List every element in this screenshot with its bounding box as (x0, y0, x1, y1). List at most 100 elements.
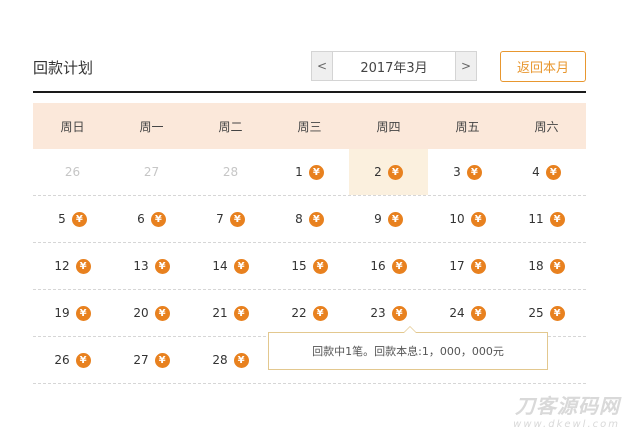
calendar-day[interactable]: 21 ¥ (191, 290, 270, 336)
day-number: 8 (295, 212, 303, 226)
day-number: 24 (449, 306, 465, 320)
weekday-label: 周五 (455, 119, 480, 134)
calendar-day[interactable]: 22 ¥ (270, 290, 349, 336)
day-number: 23 (370, 306, 386, 320)
calendar-day[interactable]: 5 ¥ (33, 196, 112, 242)
yuan-coin-icon[interactable]: ¥ (233, 352, 249, 368)
yuan-coin-icon[interactable]: ¥ (75, 258, 91, 274)
calendar-day[interactable]: 12 ¥ (33, 243, 112, 289)
day-number: 28 (222, 165, 239, 179)
yuan-coin-icon[interactable]: ¥ (549, 305, 565, 321)
yuan-coin-icon[interactable]: ¥ (549, 258, 565, 274)
calendar-day[interactable]: 24 ¥ (428, 290, 507, 336)
yuan-coin-icon[interactable]: ¥ (308, 164, 324, 180)
page-title: 回款计划 (33, 59, 94, 77)
calendar-day[interactable]: 4 ¥ (507, 149, 586, 195)
calendar-week-row: 26 27 28 1 ¥2 ¥3 ¥4 ¥ (33, 149, 586, 196)
yuan-coin-icon[interactable]: ¥ (470, 211, 486, 227)
day-number: 10 (449, 212, 465, 226)
current-month-label: 2017年3月 (360, 60, 428, 76)
yuan-coin-icon[interactable]: ¥ (75, 305, 91, 321)
weekday-label: 周三 (297, 119, 322, 134)
calendar-day[interactable]: 25 ¥ (507, 290, 586, 336)
weekday-label: 周四 (376, 119, 401, 134)
prev-month-button[interactable]: < (312, 52, 333, 80)
repayment-tooltip: 回款中1笔。回款本息:1，000，000元 (268, 326, 548, 370)
day-number: 20 (133, 306, 149, 320)
day-number: 12 (54, 259, 70, 273)
day-number: 17 (449, 259, 465, 273)
watermark-logo: 刀客源码网 (515, 394, 620, 418)
calendar-day[interactable]: 27 ¥ (112, 337, 191, 383)
calendar-day[interactable]: 19 ¥ (33, 290, 112, 336)
weekday-header: 周日 周一 周二 周三 周四 周五 周六 (33, 103, 586, 149)
weekday-label: 周六 (534, 119, 559, 134)
yuan-coin-icon[interactable]: ¥ (391, 305, 407, 321)
yuan-coin-icon[interactable]: ¥ (71, 211, 87, 227)
next-month-button[interactable]: > (455, 52, 476, 80)
day-number: 27 (143, 165, 160, 179)
calendar-day[interactable]: 7 ¥ (191, 196, 270, 242)
calendar-day[interactable]: 16 ¥ (349, 243, 428, 289)
month-navigator: < 2017年3月 > (311, 51, 477, 81)
yuan-coin-icon[interactable]: ¥ (387, 164, 403, 180)
yuan-coin-icon[interactable]: ¥ (312, 258, 328, 274)
day-number: 14 (212, 259, 228, 273)
day-number: 27 (133, 353, 149, 367)
calendar-day[interactable]: 6 ¥ (112, 196, 191, 242)
calendar-day[interactable]: 18 ¥ (507, 243, 586, 289)
yuan-coin-icon[interactable]: ¥ (308, 211, 324, 227)
weekday-label: 周二 (218, 119, 243, 134)
day-number: 26 (54, 353, 70, 367)
yuan-coin-icon[interactable]: ¥ (154, 305, 170, 321)
day-number: 25 (528, 306, 544, 320)
header-divider (33, 91, 586, 93)
calendar-day[interactable]: 15 ¥ (270, 243, 349, 289)
return-current-month-button[interactable]: 返回本月 (500, 51, 586, 82)
calendar-day[interactable]: 11 ¥ (507, 196, 586, 242)
yuan-coin-icon[interactable]: ¥ (312, 305, 328, 321)
calendar-week-row: 12 ¥13 ¥14 ¥15 ¥ 16 ¥17 ¥18 ¥ (33, 243, 586, 290)
calendar-day[interactable]: 13 ¥ (112, 243, 191, 289)
yuan-coin-icon[interactable]: ¥ (470, 305, 486, 321)
yuan-coin-icon[interactable]: ¥ (154, 258, 170, 274)
watermark: 刀客源码网 www.dkewl.com (513, 390, 620, 430)
yuan-coin-icon[interactable]: ¥ (387, 211, 403, 227)
calendar-day[interactable]: 14 ¥ (191, 243, 270, 289)
yuan-coin-icon[interactable]: ¥ (150, 211, 166, 227)
yuan-coin-icon[interactable]: ¥ (391, 258, 407, 274)
calendar-day-other-month: 28 (191, 149, 270, 195)
day-number: 16 (370, 259, 386, 273)
calendar-day[interactable]: 26 ¥ (33, 337, 112, 383)
yuan-coin-icon[interactable]: ¥ (233, 258, 249, 274)
calendar-week-row: 19 ¥20 ¥21 ¥22 ¥23 ¥24 ¥25 ¥ (33, 290, 586, 337)
day-number: 4 (532, 165, 540, 179)
day-number: 21 (212, 306, 228, 320)
calendar-day[interactable]: 10 ¥ (428, 196, 507, 242)
calendar-day[interactable]: 2 ¥ (349, 149, 428, 195)
calendar-day[interactable]: 20 ¥ (112, 290, 191, 336)
yuan-coin-icon[interactable]: ¥ (154, 352, 170, 368)
tooltip-text: 回款中1笔。回款本息:1，000，000元 (312, 345, 504, 358)
calendar-day[interactable]: 28 ¥ (191, 337, 270, 383)
calendar-day[interactable]: 9 ¥ (349, 196, 428, 242)
calendar-day-other-month: 26 (33, 149, 112, 195)
yuan-coin-icon[interactable]: ¥ (233, 305, 249, 321)
calendar-day[interactable]: 3 ¥ (428, 149, 507, 195)
day-number: 18 (528, 259, 544, 273)
calendar-day[interactable]: 8 ¥ (270, 196, 349, 242)
yuan-coin-icon[interactable]: ¥ (545, 164, 561, 180)
day-number: 22 (291, 306, 307, 320)
day-number: 3 (453, 165, 461, 179)
day-number: 19 (54, 306, 70, 320)
yuan-coin-icon[interactable]: ¥ (229, 211, 245, 227)
watermark-url: www.dkewl.com (513, 419, 620, 430)
yuan-coin-icon[interactable]: ¥ (470, 258, 486, 274)
calendar-day[interactable]: 1 ¥ (270, 149, 349, 195)
yuan-coin-icon[interactable]: ¥ (75, 352, 91, 368)
yuan-coin-icon[interactable]: ¥ (549, 211, 565, 227)
day-number: 13 (133, 259, 149, 273)
day-number: 1 (295, 165, 303, 179)
yuan-coin-icon[interactable]: ¥ (466, 164, 482, 180)
calendar-day[interactable]: 17 ¥ (428, 243, 507, 289)
